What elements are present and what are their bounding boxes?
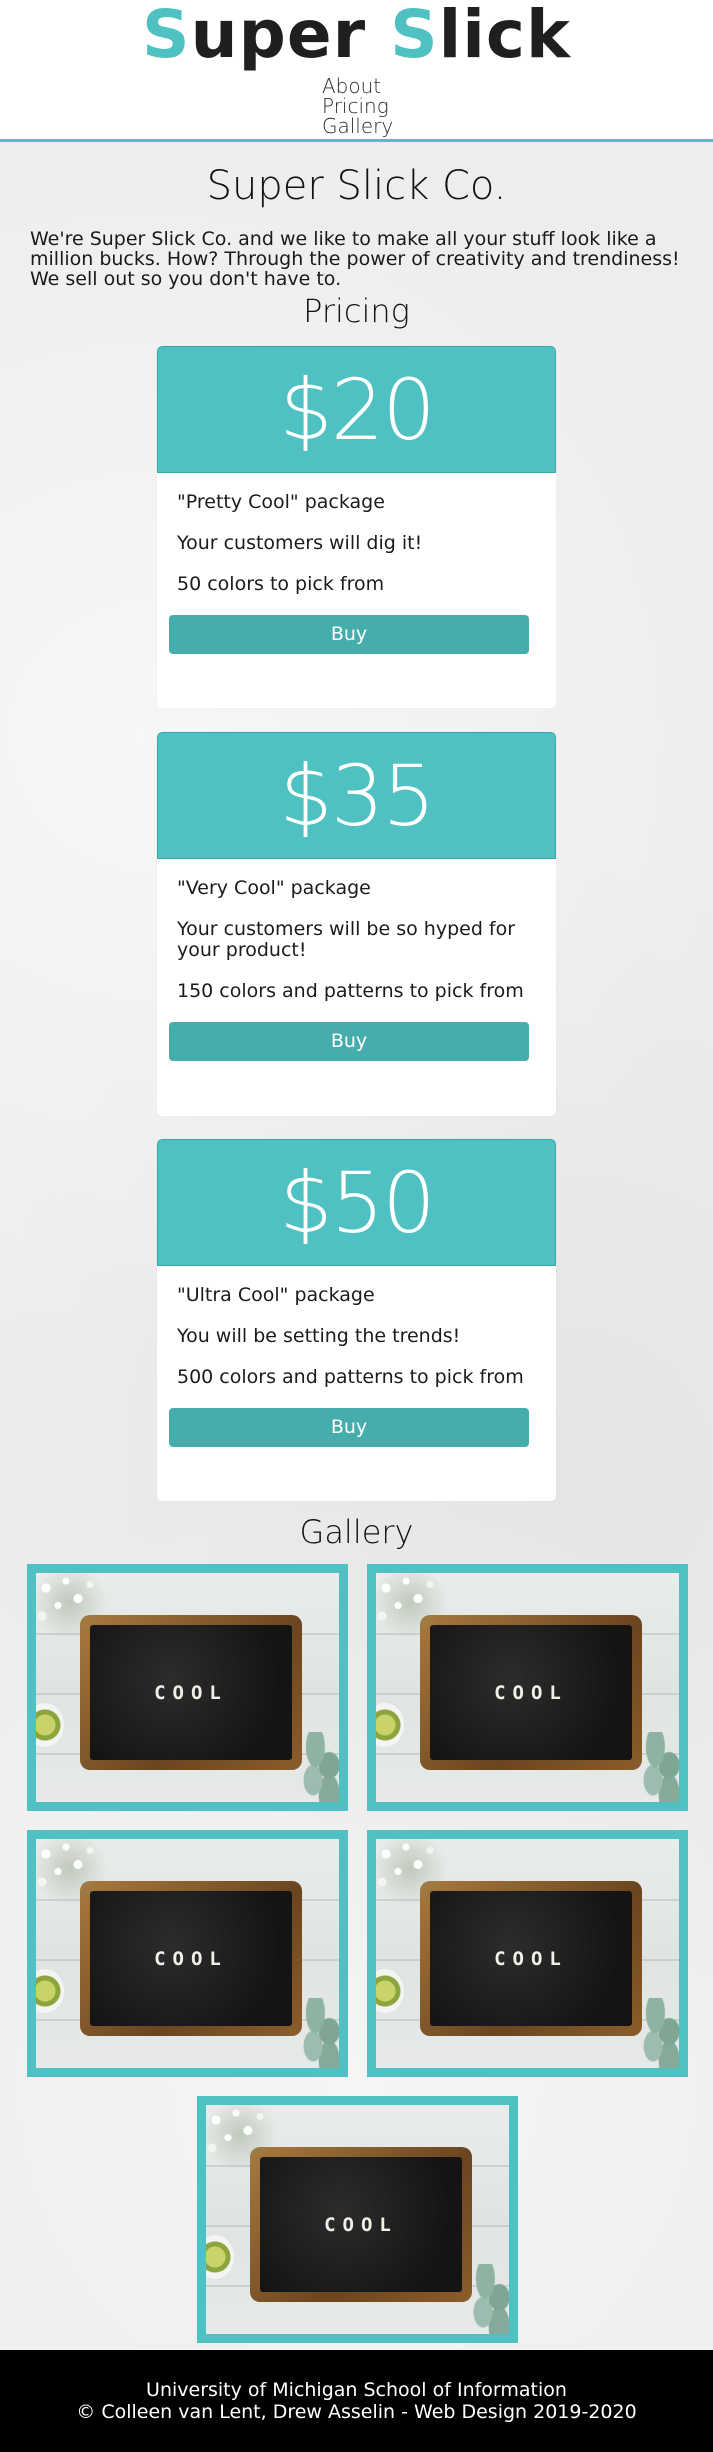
intro-paragraph: We're Super Slick Co. and we like to mak… bbox=[30, 228, 680, 290]
logo-initial-s2: S bbox=[390, 0, 439, 73]
leaves-decoration bbox=[297, 1732, 339, 1802]
price-amount: $20 bbox=[279, 360, 435, 459]
leaves-decoration bbox=[637, 1998, 679, 2068]
pricing-card-standard: $35 "Very Cool" package Your customers w… bbox=[157, 732, 556, 1116]
chalkboard-word: COOL bbox=[494, 1947, 568, 1970]
nav-link-about[interactable]: About bbox=[322, 76, 442, 96]
pricing-heading: Pricing bbox=[303, 292, 410, 330]
price-header: $50 bbox=[157, 1139, 556, 1266]
cool-chalkboard-photo: COOL bbox=[36, 1573, 339, 1802]
leaves-decoration bbox=[297, 1998, 339, 2068]
price-amount: $50 bbox=[279, 1153, 435, 1252]
flowers-decoration bbox=[206, 2105, 280, 2169]
nav-link-gallery[interactable]: Gallery bbox=[322, 116, 442, 136]
footer-copyright: © Colleen van Lent, Drew Asselin - Web D… bbox=[76, 2401, 637, 2423]
gallery-image[interactable]: COOL bbox=[197, 2096, 518, 2343]
pricing-card-premium: $50 "Ultra Cool" package You will be set… bbox=[157, 1139, 556, 1501]
price-header: $20 bbox=[157, 346, 556, 473]
cool-chalkboard-photo: COOL bbox=[206, 2105, 509, 2334]
nav-link-pricing[interactable]: Pricing bbox=[322, 96, 442, 116]
feature-item: Your customers will be so hyped for your… bbox=[177, 918, 516, 961]
gallery-image[interactable]: COOL bbox=[27, 1564, 348, 1811]
site-logo[interactable]: Super Slick bbox=[0, 2, 713, 68]
cool-chalkboard-photo: COOL bbox=[36, 1839, 339, 2068]
footer-school: University of Michigan School of Informa… bbox=[146, 2379, 567, 2401]
gallery-image[interactable]: COOL bbox=[367, 1564, 688, 1811]
buy-button[interactable]: Buy bbox=[169, 1022, 529, 1061]
package-name: "Pretty Cool" package bbox=[177, 491, 385, 513]
package-name: "Very Cool" package bbox=[177, 877, 371, 899]
feature-item: You will be setting the trends! bbox=[177, 1325, 461, 1347]
gallery-image[interactable]: COOL bbox=[367, 1830, 688, 2077]
cup-decoration bbox=[206, 2235, 234, 2279]
price-header: $35 bbox=[157, 732, 556, 859]
chalkboard-word: COOL bbox=[324, 2213, 398, 2236]
feature-item: 50 colors to pick from bbox=[177, 573, 385, 595]
cup-decoration bbox=[376, 1703, 404, 1747]
leaves-decoration bbox=[467, 2264, 509, 2334]
package-name: "Ultra Cool" package bbox=[177, 1284, 375, 1306]
flowers-decoration bbox=[36, 1839, 110, 1903]
cup-decoration bbox=[36, 1703, 64, 1747]
feature-item: 500 colors and patterns to pick from bbox=[177, 1366, 524, 1388]
leaves-decoration bbox=[637, 1732, 679, 1802]
gallery-heading: Gallery bbox=[299, 1513, 414, 1551]
chalkboard-word: COOL bbox=[154, 1681, 228, 1704]
feature-item: Your customers will dig it! bbox=[177, 532, 423, 554]
cup-decoration bbox=[36, 1969, 64, 2013]
site-footer: University of Michigan School of Informa… bbox=[0, 2350, 713, 2452]
price-amount: $35 bbox=[279, 746, 435, 845]
site-header: Super Slick About Pricing Gallery bbox=[0, 0, 713, 142]
page-title: Super Slick Co. bbox=[206, 163, 507, 209]
flowers-decoration bbox=[376, 1839, 450, 1903]
logo-word-uper: uper bbox=[190, 0, 391, 73]
flowers-decoration bbox=[36, 1573, 110, 1637]
main-nav: About Pricing Gallery bbox=[322, 76, 442, 136]
chalkboard-word: COOL bbox=[494, 1681, 568, 1704]
cup-decoration bbox=[376, 1969, 404, 2013]
logo-word-lick: lick bbox=[438, 0, 571, 73]
cool-chalkboard-photo: COOL bbox=[376, 1573, 679, 1802]
buy-button[interactable]: Buy bbox=[169, 615, 529, 654]
buy-button[interactable]: Buy bbox=[169, 1408, 529, 1447]
cool-chalkboard-photo: COOL bbox=[376, 1839, 679, 2068]
flowers-decoration bbox=[376, 1573, 450, 1637]
chalkboard-word: COOL bbox=[154, 1947, 228, 1970]
pricing-card-basic: $20 "Pretty Cool" package Your customers… bbox=[157, 346, 556, 708]
logo-initial-s: S bbox=[142, 0, 191, 73]
gallery-image[interactable]: COOL bbox=[27, 1830, 348, 2077]
feature-item: 150 colors and patterns to pick from bbox=[177, 980, 524, 1002]
